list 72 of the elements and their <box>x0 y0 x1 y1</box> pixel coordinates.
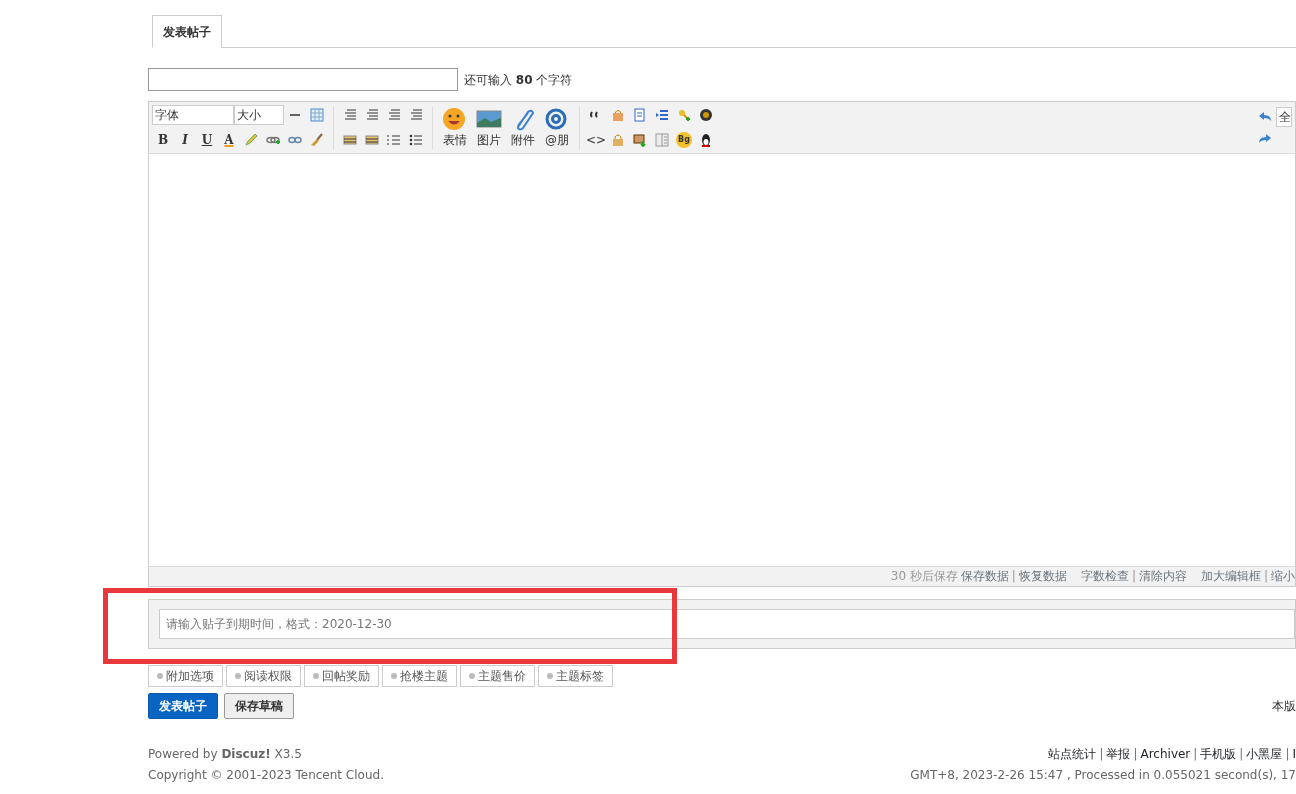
server-time-text: GMT+8, 2023-2-26 15:47 , Processed in 0.055021 second(s), 17 <box>910 767 1296 784</box>
columns-icon[interactable] <box>655 133 669 147</box>
separator: | <box>1263 568 1268 585</box>
separator: | <box>1285 746 1290 763</box>
code-button[interactable]: <> <box>585 129 607 151</box>
editor-link[interactable]: 加大编辑框 <box>1200 567 1261 586</box>
italic-button[interactable]: I <box>174 129 196 151</box>
broom-icon[interactable] <box>310 133 324 147</box>
editor-link[interactable]: 清除内容 <box>1138 567 1187 586</box>
key-icon[interactable] <box>677 108 691 122</box>
editor-link[interactable]: 字数检查 <box>1080 567 1129 586</box>
font-select[interactable]: 字体 <box>152 105 234 125</box>
editor-link[interactable]: 恢复数据 <box>1018 567 1067 586</box>
separator: | <box>1131 568 1136 585</box>
footer-link[interactable]: 小黑屋 <box>1246 745 1283 763</box>
copyright-text: Copyright © 2001-2023 Tencent Cloud. <box>148 767 384 784</box>
font-select-label: 字体 <box>155 107 179 124</box>
footer-link[interactable]: 站点统计 <box>1048 745 1097 763</box>
align-center-icon[interactable] <box>387 108 401 122</box>
attachment-button[interactable]: 附件 <box>506 106 540 149</box>
align-right-icon[interactable] <box>409 108 423 122</box>
mention-button[interactable]: @朋 <box>540 106 574 149</box>
full-text-field[interactable]: 全 <box>1276 106 1292 127</box>
smiley-icon <box>442 106 468 131</box>
emoji-button[interactable]: 表情 <box>438 106 472 149</box>
underline-button[interactable]: U <box>196 129 218 151</box>
indent-icon[interactable] <box>655 108 669 122</box>
footer-link[interactable]: 举报 <box>1106 745 1131 763</box>
align-left-icon[interactable] <box>343 108 357 122</box>
bullet-list-icon[interactable] <box>409 133 423 147</box>
font-color-button[interactable]: A <box>218 129 240 151</box>
float-right-icon[interactable] <box>365 133 379 147</box>
editor-link[interactable]: 缩小 <box>1271 567 1295 586</box>
background-button[interactable]: Bg <box>676 132 692 148</box>
option-tab[interactable]: 抢楼主题 <box>382 665 457 687</box>
highlighter-icon[interactable] <box>244 133 258 147</box>
footer-link[interactable]: Archiver <box>1140 745 1191 763</box>
option-tab[interactable]: 主题标签 <box>538 665 613 687</box>
table-icon[interactable] <box>310 108 324 122</box>
bold-button[interactable]: B <box>152 129 174 151</box>
expire-date-field[interactable]: 请输入贴子到期时间，格式：2020-12-30 <box>159 609 1295 639</box>
float-left-icon[interactable] <box>343 133 357 147</box>
footer-link[interactable]: I <box>1292 745 1296 763</box>
side-note: 本版 <box>1272 698 1296 715</box>
option-tab[interactable]: 主题售价 <box>460 665 535 687</box>
price-tag-icon[interactable] <box>611 108 625 122</box>
numbered-list-icon[interactable] <box>387 133 401 147</box>
size-select-label: 大小 <box>237 107 261 124</box>
option-tab[interactable]: 回帖奖励 <box>304 665 379 687</box>
document-icon[interactable] <box>633 108 647 122</box>
subject-field[interactable] <box>148 68 458 91</box>
footer-link[interactable]: 手机版 <box>1200 745 1237 763</box>
autosave-text: 30 秒后保存 <box>890 568 958 585</box>
editor-link[interactable]: 保存数据 <box>960 567 1009 586</box>
lock-icon[interactable] <box>611 133 625 147</box>
separator: | <box>1133 746 1138 763</box>
disc-icon[interactable] <box>699 108 713 122</box>
align-left-icon[interactable] <box>365 108 379 122</box>
option-tab[interactable]: 附加选项 <box>148 665 223 687</box>
submit-button[interactable]: 发表帖子 <box>148 693 218 719</box>
size-select[interactable]: 大小 <box>234 105 284 125</box>
image-download-icon[interactable] <box>633 133 647 147</box>
save-draft-button[interactable]: 保存草稿 <box>224 693 294 719</box>
option-tab[interactable]: 阅读权限 <box>226 665 301 687</box>
separator: | <box>1011 568 1016 585</box>
char-counter: 还可输入 80 个字符 <box>464 71 573 89</box>
image-button[interactable]: 图片 <box>472 106 506 149</box>
separator: | <box>1099 746 1104 763</box>
separator: | <box>1193 746 1198 763</box>
tab[interactable]: 发表帖子 <box>152 15 222 48</box>
separator: | <box>1239 746 1244 763</box>
powered-by-text: Powered by Discuz! X3.5 <box>148 746 303 763</box>
